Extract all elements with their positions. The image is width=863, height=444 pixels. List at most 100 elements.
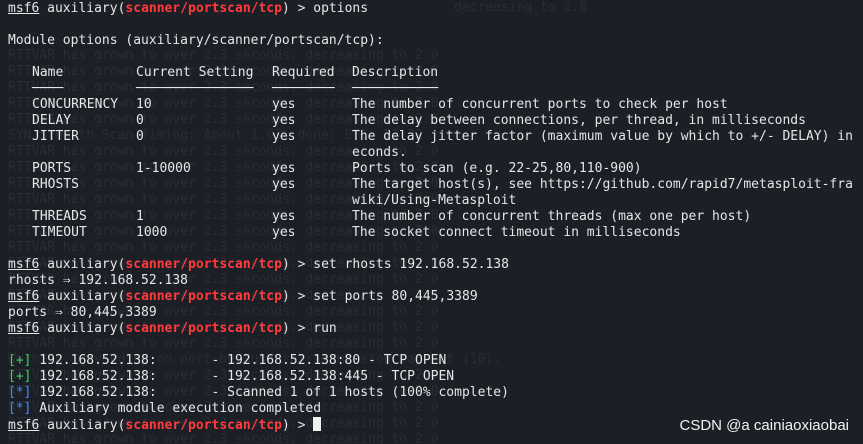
command-options: options: [313, 1, 369, 16]
terminal-window[interactable]: decreasing to 2.0 RTTVAR has grown to ov…: [0, 0, 863, 444]
prompt-module-prefix: auxiliary(: [47, 289, 126, 304]
option-required: yes: [272, 225, 296, 240]
prompt-line-run: msf6 auxiliary(scanner/portscan/tcp) > r…: [8, 321, 863, 337]
prompt-line-options: msf6 auxiliary(scanner/portscan/tcp) > o…: [8, 1, 863, 17]
table-row: DELAY 0 yes The delay between connection…: [8, 113, 863, 129]
option-required: yes: [272, 209, 296, 224]
prompt-user: msf6: [8, 1, 40, 16]
col-underline-name: ────: [32, 81, 64, 96]
option-value: 1-10000: [136, 161, 191, 176]
option-description: The delay between connections, per threa…: [352, 113, 806, 128]
col-header-description: Description: [352, 65, 439, 80]
scan-result-text: 192.168.52.138: - 192.168.52.138:445 - T…: [31, 369, 455, 384]
command-set-ports: set ports 80,445,3389: [313, 289, 478, 304]
option-value: 1: [136, 209, 144, 224]
col-header-name: Name: [32, 65, 64, 80]
option-required: yes: [272, 113, 296, 128]
table-row: THREADS 1 yes The number of concurrent t…: [8, 209, 863, 225]
table-row: CONCURRENCY 10 yes The number of concurr…: [8, 97, 863, 113]
option-required: yes: [272, 177, 296, 192]
rhosts-echo: rhosts ⇒ 192.168.52.138: [8, 273, 189, 288]
option-value: 10: [136, 97, 152, 112]
status-marker-success: [+]: [8, 353, 32, 368]
prompt-arrow: >: [289, 1, 314, 16]
prompt-arrow: >: [289, 418, 314, 433]
prompt-arrow: >: [289, 289, 314, 304]
col-header-required: Required: [272, 65, 335, 80]
ports-echo: ports ⇒ 80,445,3389: [8, 305, 157, 320]
prompt-module-suffix: ): [281, 289, 290, 304]
option-description-wrap: econds.: [352, 145, 407, 160]
command-set-rhosts: set rhosts 192.168.52.138: [313, 257, 509, 272]
prompt-module-name: scanner/portscan/tcp: [125, 257, 282, 272]
prompt-module-prefix: auxiliary(: [47, 257, 126, 272]
status-marker-success: [+]: [8, 369, 32, 384]
prompt-line-set-rhosts: msf6 auxiliary(scanner/portscan/tcp) > s…: [8, 257, 863, 273]
scan-result-line: [+] 192.168.52.138: - 192.168.52.138:80 …: [8, 353, 863, 369]
prompt-module-name: scanner/portscan/tcp: [125, 1, 282, 16]
option-value: 0: [136, 129, 144, 144]
prompt-module-suffix: ): [281, 418, 290, 433]
option-name: THREADS: [32, 209, 87, 224]
option-name: CONCURRENCY: [32, 97, 119, 112]
table-row-continuation: wiki/Using-Metasploit: [8, 193, 863, 209]
option-name: TIMEOUT: [32, 225, 87, 240]
option-description: The socket connect timeout in millisecon…: [352, 225, 681, 240]
prompt-user: msf6: [8, 289, 40, 304]
option-name: RHOSTS: [32, 177, 79, 192]
table-row: TIMEOUT 1000 yes The socket connect time…: [8, 225, 863, 241]
prompt-module-name: scanner/portscan/tcp: [125, 289, 282, 304]
terminal-cursor[interactable]: [313, 417, 322, 431]
options-table-header: Name Current Setting Required Descriptio…: [8, 65, 863, 81]
option-description: The number of concurrent threads (max on…: [352, 209, 752, 224]
scan-result-text: Auxiliary module execution completed: [31, 401, 322, 416]
scan-result-line: [+] 192.168.52.138: - 192.168.52.138:445…: [8, 369, 863, 385]
option-required: yes: [272, 129, 296, 144]
option-description: The target host(s), see https://github.c…: [352, 177, 853, 192]
option-name: JITTER: [32, 129, 79, 144]
scan-result-line: [*] 192.168.52.138: - Scanned 1 of 1 hos…: [8, 385, 863, 401]
col-header-current-setting: Current Setting: [136, 65, 254, 80]
option-required: yes: [272, 161, 296, 176]
option-description: Ports to scan (e.g. 22-25,80,110-900): [352, 161, 642, 176]
option-description: The delay jitter factor (maximum value b…: [352, 129, 853, 144]
option-name: DELAY: [32, 113, 72, 128]
scan-result-text: 192.168.52.138: - Scanned 1 of 1 hosts (…: [31, 385, 509, 400]
option-description-wrap: wiki/Using-Metasploit: [352, 193, 517, 208]
prompt-module-suffix: ): [281, 1, 290, 16]
scan-result-text: 192.168.52.138: - 192.168.52.138:80 - TC…: [31, 353, 447, 368]
prompt-module-prefix: auxiliary(: [47, 418, 126, 433]
prompt-user: msf6: [8, 257, 40, 272]
module-options-header: Module options (auxiliary/scanner/portsc…: [8, 33, 384, 48]
option-description: The number of concurrent ports to check …: [352, 97, 728, 112]
prompt-user: msf6: [8, 418, 40, 433]
options-table-underline: ──── ─────────────── ──────── ──────────…: [8, 81, 863, 97]
status-marker-info: [*]: [8, 401, 32, 416]
prompt-module-prefix: auxiliary(: [47, 321, 126, 336]
table-row: JITTER 0 yes The delay jitter factor (ma…: [8, 129, 863, 145]
prompt-line-set-ports: msf6 auxiliary(scanner/portscan/tcp) > s…: [8, 289, 863, 305]
table-row: PORTS 1-10000 yes Ports to scan (e.g. 22…: [8, 161, 863, 177]
option-value: 1000: [136, 225, 168, 240]
option-required: yes: [272, 97, 296, 112]
col-underline-current-setting: ───────────────: [136, 81, 254, 96]
prompt-arrow: >: [289, 321, 314, 336]
col-underline-required: ────────: [272, 81, 335, 96]
status-marker-info: [*]: [8, 385, 32, 400]
scan-result-line: [*] Auxiliary module execution completed: [8, 401, 863, 417]
command-run: run: [313, 321, 337, 336]
prompt-user: msf6: [8, 321, 40, 336]
prompt-module-suffix: ): [281, 321, 290, 336]
option-name: PORTS: [32, 161, 72, 176]
table-row-continuation: econds.: [8, 145, 863, 161]
col-underline-description: ───────────: [352, 81, 439, 96]
terminal-output: msf6 auxiliary(scanner/portscan/tcp) > o…: [8, 1, 863, 433]
prompt-module-name: scanner/portscan/tcp: [125, 321, 282, 336]
csdn-watermark: CSDN @a cainiaoxiaobai: [679, 417, 849, 434]
prompt-module-name: scanner/portscan/tcp: [125, 418, 282, 433]
prompt-module-suffix: ): [281, 257, 290, 272]
